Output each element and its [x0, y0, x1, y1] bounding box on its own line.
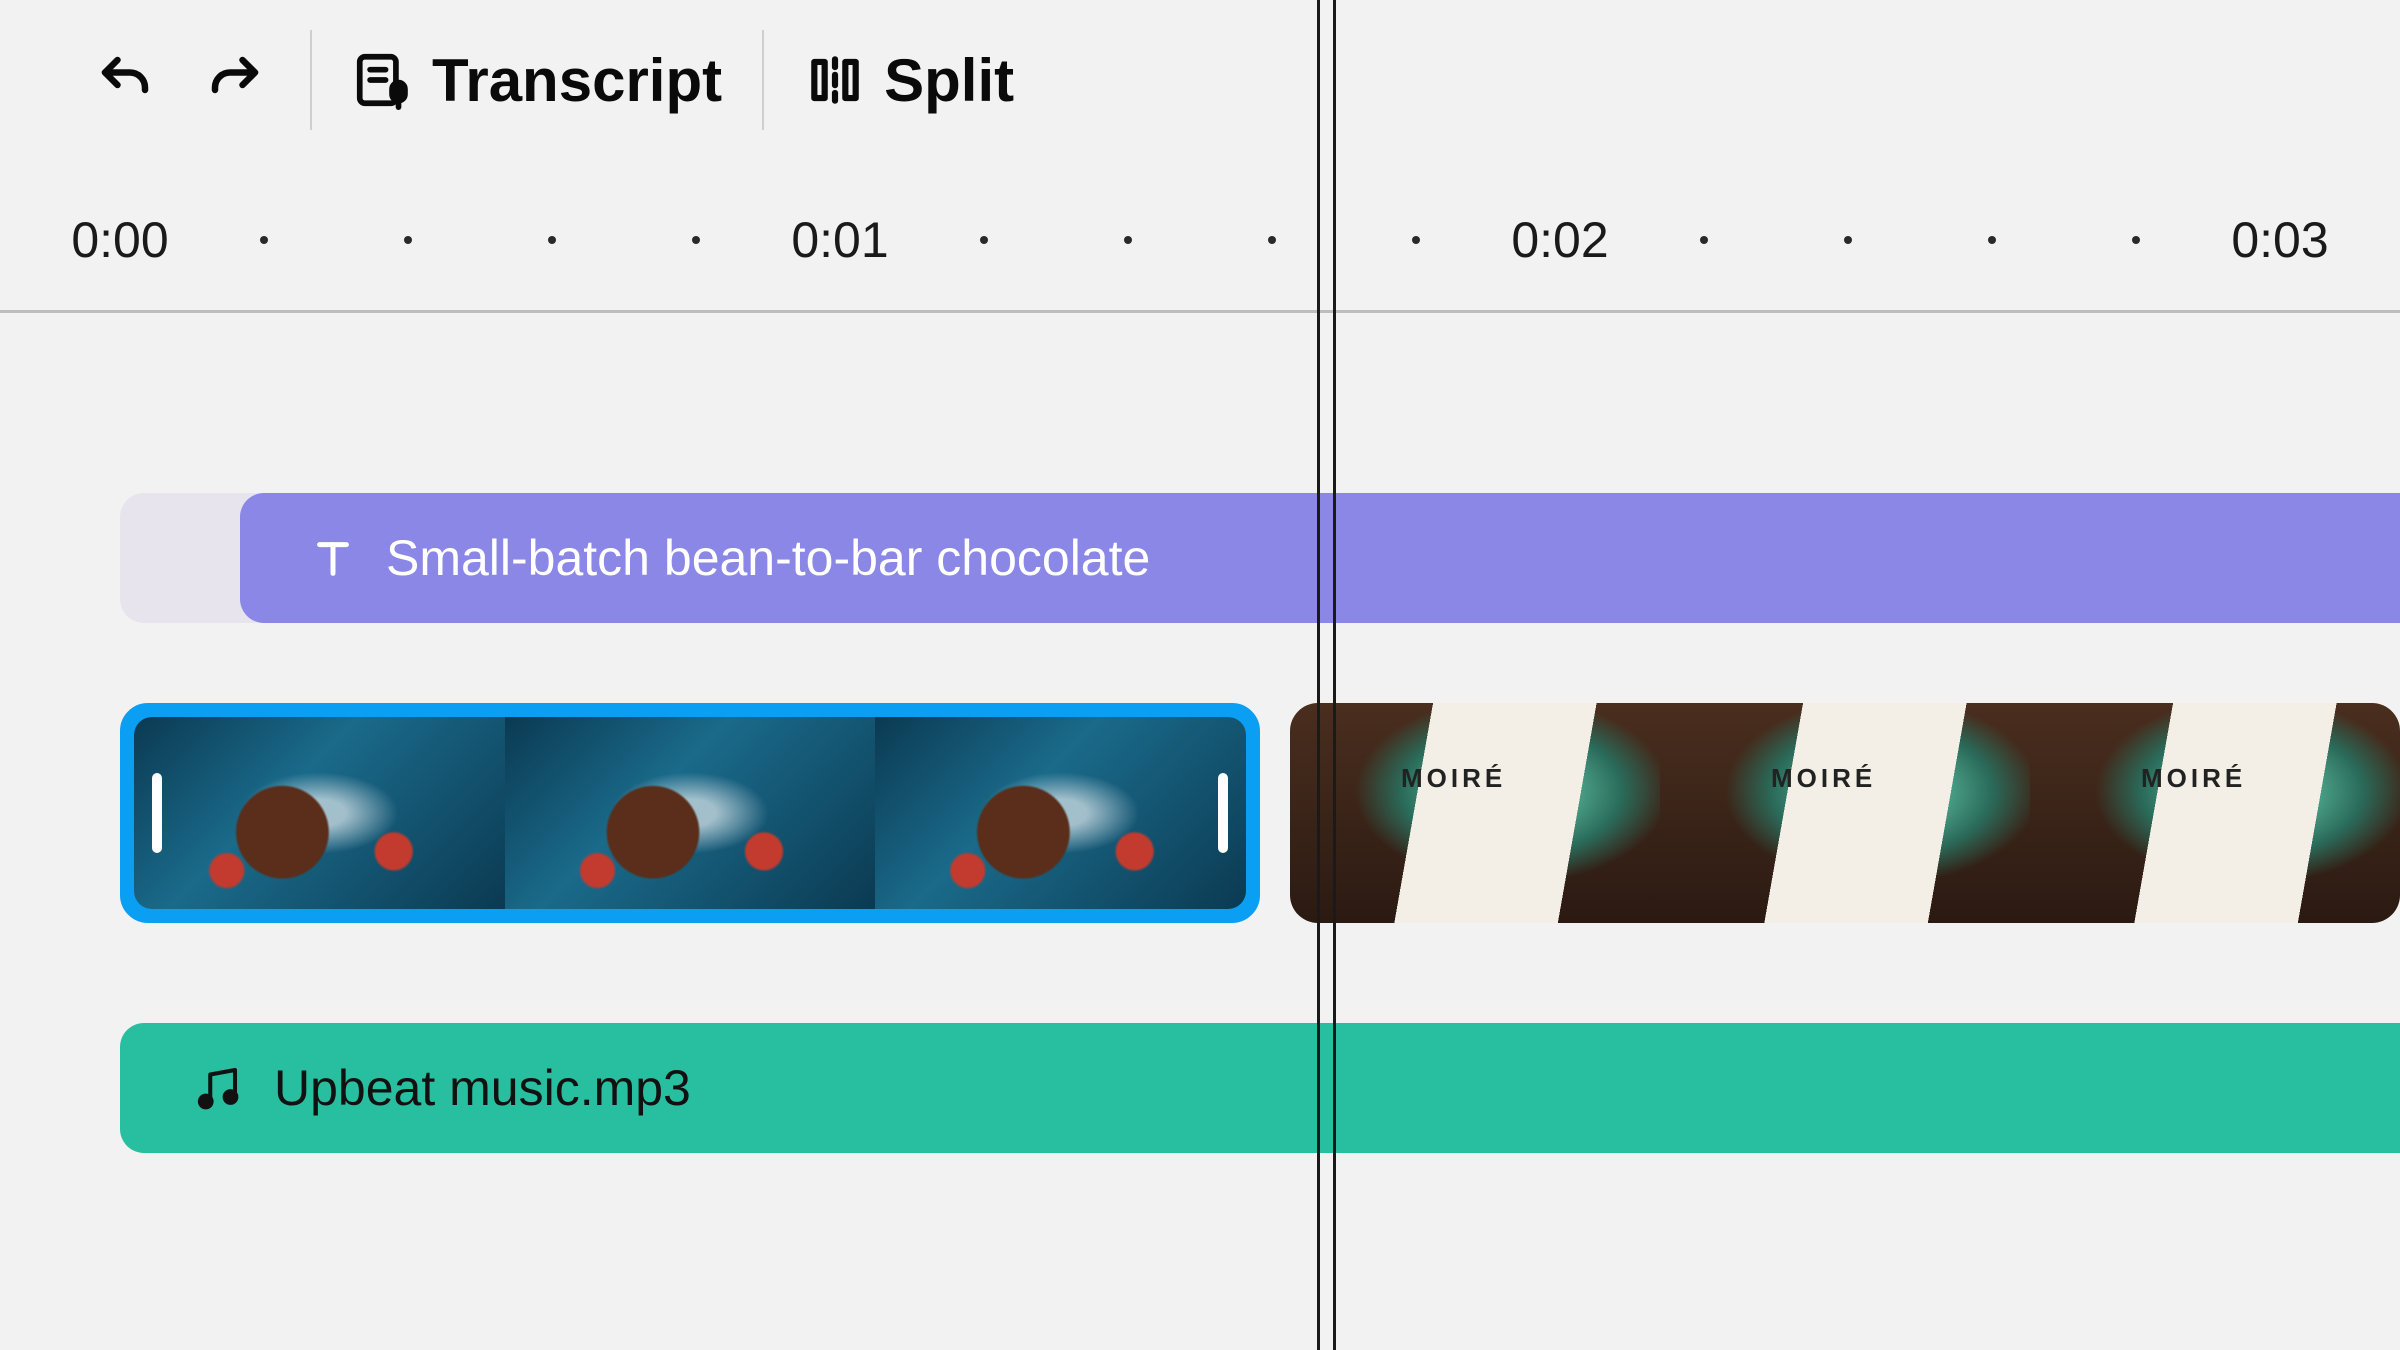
- redo-button[interactable]: [200, 45, 270, 115]
- redo-icon: [202, 50, 268, 110]
- ruler-time-label: 0:01: [791, 211, 888, 269]
- audio-clip-label: Upbeat music.mp3: [274, 1059, 691, 1117]
- ruler-tick: [2132, 236, 2140, 244]
- ruler-tick: [1988, 236, 1996, 244]
- toolbar-divider: [762, 30, 764, 130]
- video-thumbnail: [1660, 703, 2030, 923]
- tracks-area: Small-batch bean-to-bar chocolate Upbeat: [0, 313, 2400, 1153]
- ruler-time-label: 0:00: [71, 211, 168, 269]
- video-clip-2[interactable]: [1290, 703, 2400, 923]
- ruler-tick: [404, 236, 412, 244]
- undo-icon: [92, 50, 158, 110]
- music-icon: [190, 1061, 244, 1115]
- video-thumbnail: [2030, 703, 2400, 923]
- text-clip[interactable]: Small-batch bean-to-bar chocolate: [240, 493, 2400, 623]
- video-thumbnail: [505, 717, 876, 909]
- ruler-tick: [548, 236, 556, 244]
- ruler-tick: [1844, 236, 1852, 244]
- ruler-tick: [1412, 236, 1420, 244]
- trim-handle-right[interactable]: [1218, 773, 1228, 853]
- audio-clip[interactable]: Upbeat music.mp3: [120, 1023, 2400, 1153]
- video-thumbnail: [875, 717, 1246, 909]
- split-label: Split: [884, 46, 1014, 115]
- ruler-tick: [1268, 236, 1276, 244]
- split-button[interactable]: Split: [804, 46, 1014, 115]
- transcript-icon: [352, 49, 414, 111]
- undo-button[interactable]: [90, 45, 160, 115]
- trim-handle-left[interactable]: [152, 773, 162, 853]
- transcript-label: Transcript: [432, 46, 722, 115]
- timeline-ruler[interactable]: 0:00 0:01 0:02 0:03: [0, 180, 2400, 313]
- toolbar: Transcript Split: [0, 0, 2400, 160]
- toolbar-divider: [310, 30, 312, 130]
- text-icon: [310, 532, 356, 584]
- ruler-tick: [980, 236, 988, 244]
- ruler-time-label: 0:03: [2231, 211, 2328, 269]
- transcript-button[interactable]: Transcript: [352, 46, 722, 115]
- video-thumbnail: [1290, 703, 1660, 923]
- video-thumbnail: [134, 717, 505, 909]
- ruler-tick: [260, 236, 268, 244]
- text-clip-label: Small-batch bean-to-bar chocolate: [386, 529, 1150, 587]
- video-track: [0, 703, 2400, 923]
- split-icon: [804, 49, 866, 111]
- audio-track: Upbeat music.mp3: [0, 1023, 2400, 1153]
- video-clip-1[interactable]: [120, 703, 1260, 923]
- ruler-tick: [1700, 236, 1708, 244]
- ruler-tick: [692, 236, 700, 244]
- ruler-time-label: 0:02: [1511, 211, 1608, 269]
- ruler-tick: [1124, 236, 1132, 244]
- text-track: Small-batch bean-to-bar chocolate: [0, 493, 2400, 623]
